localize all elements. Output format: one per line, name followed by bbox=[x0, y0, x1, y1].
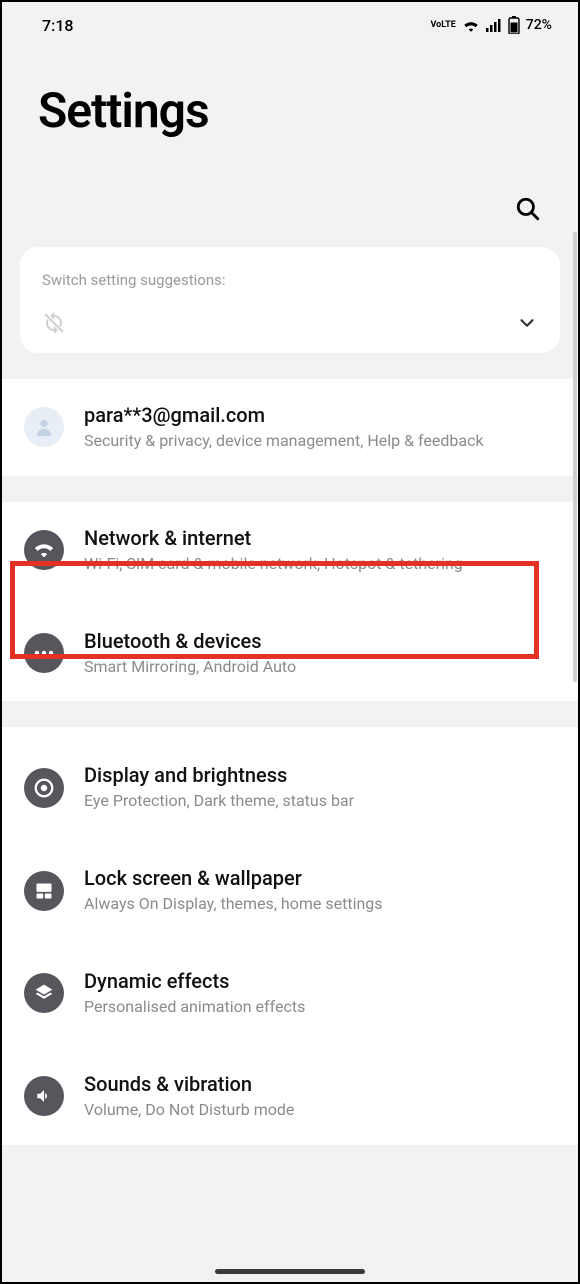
display-title: Display and brightness bbox=[84, 763, 556, 787]
person-icon bbox=[33, 416, 55, 438]
battery-percent: 72% bbox=[526, 17, 552, 33]
bluetooth-title: Bluetooth & devices bbox=[84, 629, 556, 653]
display-sub: Eye Protection, Dark theme, status bar bbox=[84, 791, 556, 812]
account-email: para**3@gmail.com bbox=[84, 403, 556, 427]
wifi-circle-icon bbox=[24, 530, 64, 570]
wallpaper-circle-icon bbox=[24, 871, 64, 911]
dynamic-sub: Personalised animation effects bbox=[84, 997, 556, 1018]
status-time: 7:18 bbox=[42, 16, 74, 35]
account-section: para**3@gmail.com Security & privacy, de… bbox=[2, 379, 578, 476]
expand-suggestions[interactable] bbox=[516, 312, 538, 334]
network-sub: Wi-Fi, SIM card & mobile network, Hotspo… bbox=[84, 554, 556, 575]
battery-icon bbox=[508, 16, 520, 34]
status-bar: 7:18 VoLTE 72% bbox=[2, 2, 578, 42]
bluetooth-row[interactable]: Bluetooth & devices Smart Mirroring, And… bbox=[2, 599, 578, 702]
network-title: Network & internet bbox=[84, 526, 556, 550]
network-row[interactable]: Network & internet Wi-Fi, SIM card & mob… bbox=[2, 502, 578, 599]
search-button[interactable] bbox=[508, 189, 548, 229]
dynamic-title: Dynamic effects bbox=[84, 969, 556, 993]
lockscreen-sub: Always On Display, themes, home settings bbox=[84, 894, 556, 915]
signal-icon bbox=[486, 18, 502, 32]
bluetooth-sub: Smart Mirroring, Android Auto bbox=[84, 657, 556, 678]
dynamic-row[interactable]: Dynamic effects Personalised animation e… bbox=[2, 939, 578, 1042]
sounds-sub: Volume, Do Not Disturb mode bbox=[84, 1100, 556, 1121]
lockscreen-row[interactable]: Lock screen & wallpaper Always On Displa… bbox=[2, 836, 578, 939]
header: Settings bbox=[2, 42, 578, 139]
account-row[interactable]: para**3@gmail.com Security & privacy, de… bbox=[2, 379, 578, 476]
status-right: VoLTE 72% bbox=[430, 16, 552, 34]
account-sub: Security & privacy, device management, H… bbox=[84, 431, 556, 452]
sound-circle-icon bbox=[24, 1076, 64, 1116]
scrollbar[interactable] bbox=[573, 232, 577, 682]
settings-screen: 7:18 VoLTE 72% Settings Switch setting s… bbox=[0, 0, 580, 1284]
volte-icon: VoLTE bbox=[430, 21, 455, 30]
sounds-row[interactable]: Sounds & vibration Volume, Do Not Distur… bbox=[2, 1042, 578, 1145]
sync-off-icon bbox=[42, 311, 66, 335]
more-circle-icon bbox=[24, 633, 64, 673]
layers-circle-icon bbox=[24, 973, 64, 1013]
nav-handle[interactable] bbox=[215, 1269, 365, 1274]
avatar bbox=[24, 407, 64, 447]
suggestion-card[interactable]: Switch setting suggestions: bbox=[20, 247, 560, 353]
wifi-icon bbox=[462, 18, 480, 32]
chevron-down-icon bbox=[516, 312, 538, 334]
search-icon bbox=[515, 196, 541, 222]
display-circle-icon bbox=[24, 768, 64, 808]
display-row[interactable]: Display and brightness Eye Protection, D… bbox=[2, 727, 578, 836]
lockscreen-title: Lock screen & wallpaper bbox=[84, 866, 556, 890]
sounds-title: Sounds & vibration bbox=[84, 1072, 556, 1096]
suggestion-label: Switch setting suggestions: bbox=[42, 271, 538, 289]
page-title: Settings bbox=[38, 82, 542, 139]
display-section: Display and brightness Eye Protection, D… bbox=[2, 727, 578, 1144]
connectivity-section: Network & internet Wi-Fi, SIM card & mob… bbox=[2, 502, 578, 702]
